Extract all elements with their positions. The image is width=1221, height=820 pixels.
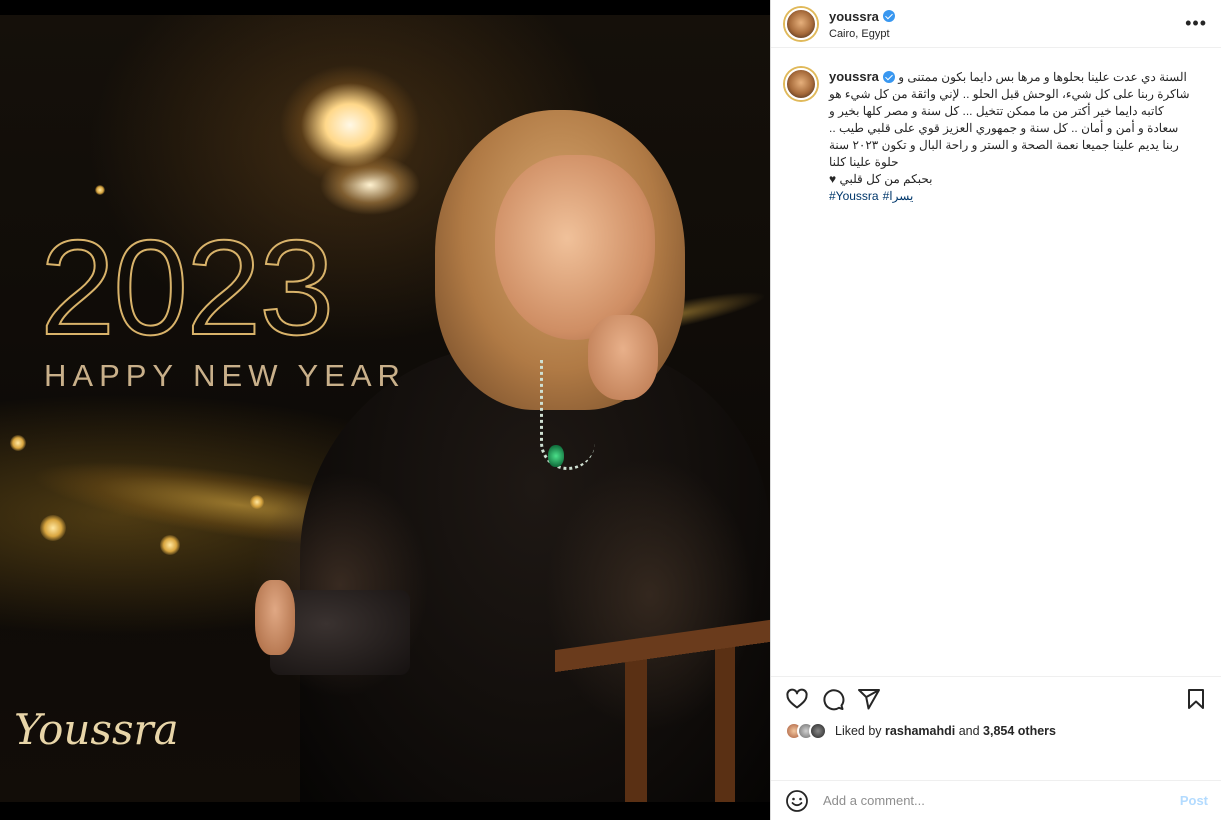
sparkle <box>160 535 180 555</box>
caption-line: كاتبه دايما خير أكتر من ما ممكن تتخيل ..… <box>829 104 1164 118</box>
header-info: youssra Cairo, Egypt <box>829 8 1185 40</box>
signature-logo: Youssra <box>14 705 179 754</box>
image-bottom-border <box>0 802 770 820</box>
emerald-pendant <box>548 445 564 467</box>
more-options-icon[interactable]: ••• <box>1185 13 1207 34</box>
caption-line: شاكرة ربنا على كل شيء، الوحش قبل الحلو .… <box>829 87 1190 101</box>
caption-username[interactable]: youssra <box>829 68 895 85</box>
post-header: youssra Cairo, Egypt ••• <box>771 0 1221 48</box>
caption-body: youssra السنة دي عدت علينا بحلوها و مرها… <box>829 68 1207 668</box>
liker-username[interactable]: rashamahdi <box>885 724 955 738</box>
caption-line: سعادة و أمن و أمان .. كل سنة و جمهوري ال… <box>829 121 1179 135</box>
caption-avatar[interactable] <box>785 68 817 100</box>
figure-hand-left <box>255 580 295 655</box>
likes-joiner: and <box>958 724 980 738</box>
sparkle <box>95 185 105 195</box>
caption-line: ربنا يديم علينا جميعا نعمة الصحة و الستر… <box>829 138 1179 152</box>
location-link[interactable]: Cairo, Egypt <box>829 28 1185 40</box>
bookmark-icon[interactable] <box>1184 687 1208 711</box>
liker-avatar[interactable] <box>809 722 827 740</box>
comment-input[interactable] <box>823 793 1180 808</box>
avatar[interactable] <box>785 7 817 40</box>
photo-background <box>0 15 770 820</box>
hashtag-link[interactable]: #Youssra <box>829 189 879 203</box>
comment-icon[interactable] <box>821 687 845 711</box>
hashtag-link[interactable]: #يسرا <box>883 189 914 203</box>
caption-line: السنة دي عدت علينا بحلوها و مرها بس دايم… <box>898 70 1187 84</box>
figure-face <box>495 155 655 340</box>
year-text: 2023 <box>39 211 335 364</box>
caption-line: بحبكم من كل قلبي ♥ <box>829 172 933 186</box>
username-text[interactable]: youssra <box>829 9 879 24</box>
likes-prefix: Liked by <box>835 724 882 738</box>
verified-badge-icon <box>882 70 895 83</box>
action-bar <box>771 676 1221 720</box>
likes-text: Liked by rashamahdi and 3,854 others <box>835 724 1056 738</box>
comment-bar: Post <box>771 780 1221 820</box>
sparkle <box>10 435 26 451</box>
username-link[interactable]: youssra <box>829 9 895 24</box>
others-link[interactable]: 3,854 others <box>983 724 1056 738</box>
post-side-panel: youssra Cairo, Egypt ••• youssra السنة د… <box>770 0 1221 820</box>
caption-username-text[interactable]: youssra <box>829 68 879 85</box>
hashtag-list: #Youssra #يسرا <box>829 188 1207 205</box>
post-comment-button[interactable]: Post <box>1180 793 1208 808</box>
sparkle <box>40 515 66 541</box>
figure-hand <box>588 315 658 400</box>
likes-summary: Liked by rashamahdi and 3,854 others <box>785 722 1056 740</box>
caption-line: حلوة علينا كلنا <box>829 155 899 169</box>
post-image[interactable]: 2023 HAPPY NEW YEAR Youssra <box>0 0 770 820</box>
caption-area: youssra السنة دي عدت علينا بحلوها و مرها… <box>771 48 1221 668</box>
wooden-chair <box>555 619 770 820</box>
verified-badge-icon <box>882 10 895 22</box>
share-icon[interactable] <box>857 687 881 711</box>
heart-icon[interactable] <box>785 687 809 711</box>
image-top-border <box>0 0 770 15</box>
greeting-text: HAPPY NEW YEAR <box>44 358 406 393</box>
emoji-icon[interactable] <box>785 789 809 813</box>
